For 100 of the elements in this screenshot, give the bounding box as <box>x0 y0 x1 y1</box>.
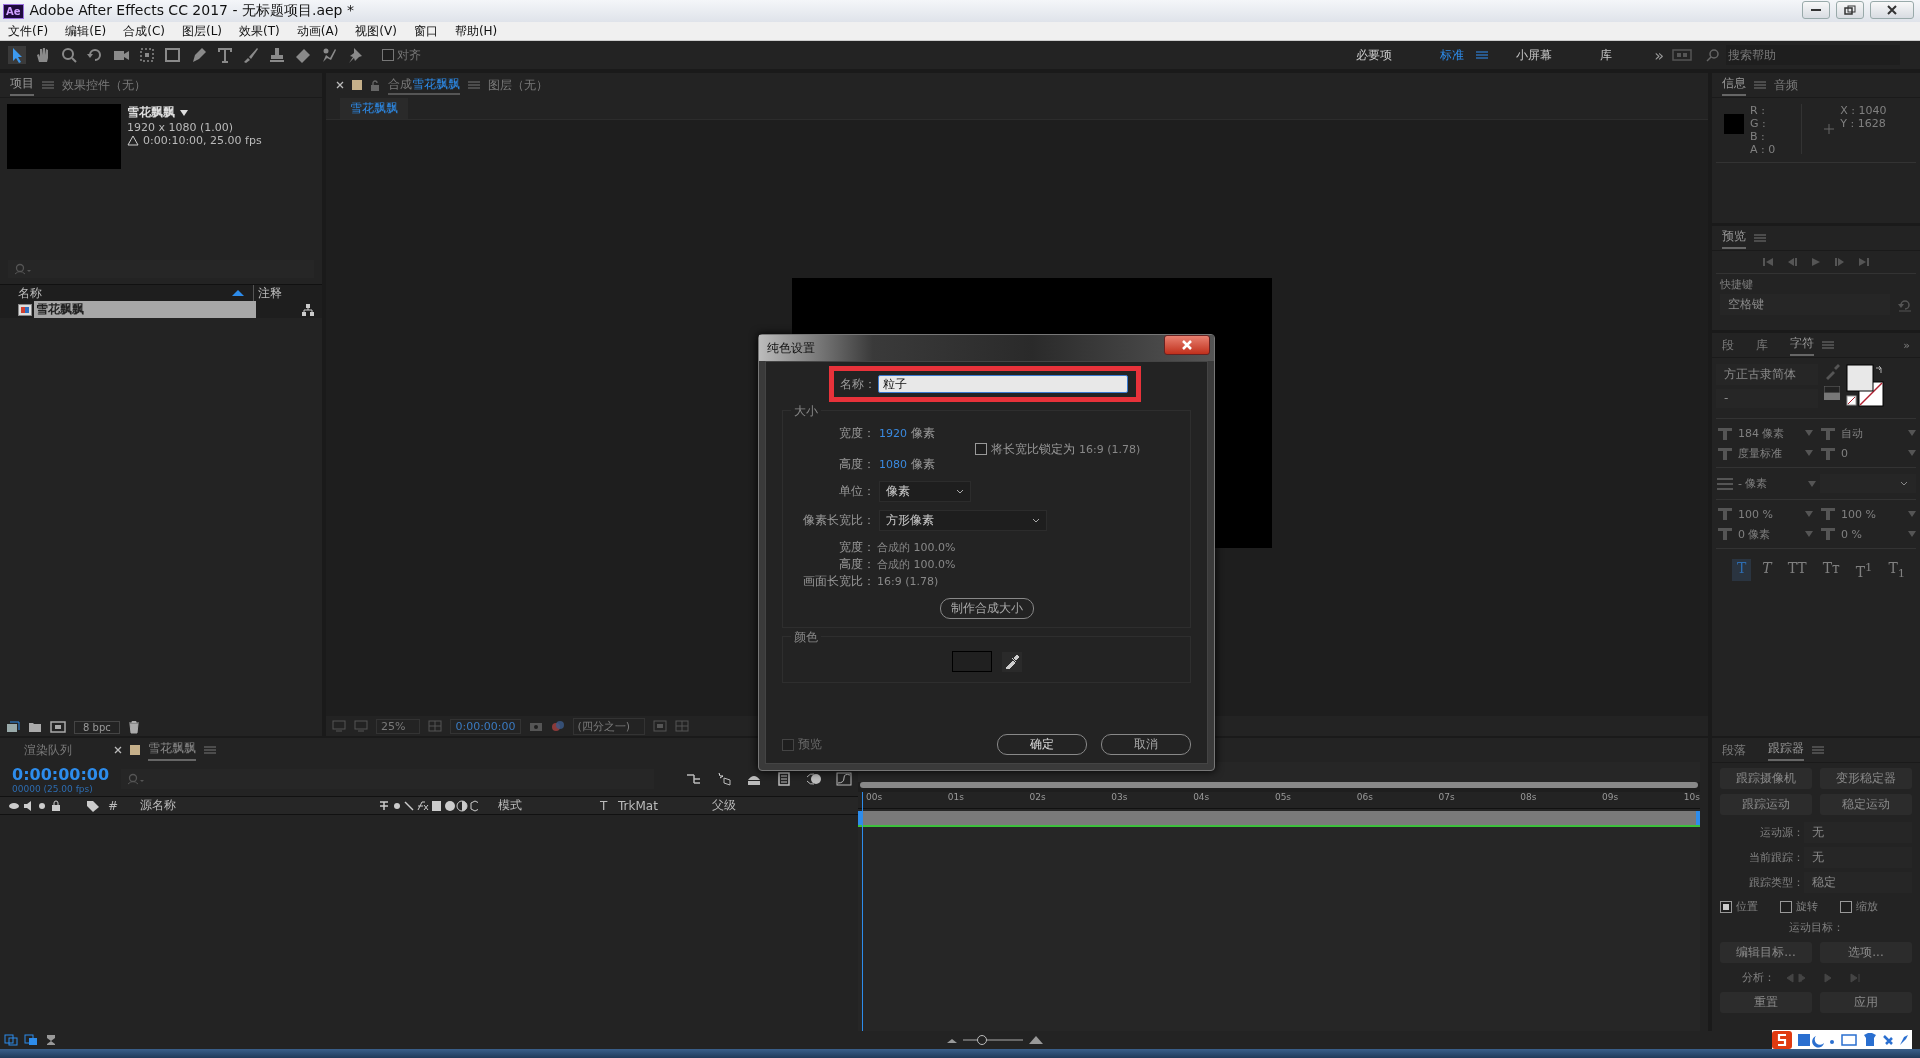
expand-icon[interactable] <box>24 1034 38 1046</box>
zoom-in-icon[interactable] <box>1029 1035 1043 1045</box>
default-colors-icon[interactable] <box>1824 386 1840 400</box>
current-time[interactable]: 0:00:00:00 <box>12 764 110 784</box>
last-frame-icon[interactable] <box>1858 257 1870 267</box>
stamp-icon[interactable] <box>268 46 286 64</box>
column-header[interactable]: 模式 <box>498 797 592 814</box>
character-field[interactable]: 100 % <box>1841 507 1904 521</box>
more-workspaces-button[interactable]: » <box>1654 45 1664 65</box>
tracker-button[interactable]: 选项... <box>1820 942 1912 963</box>
menu-icon[interactable] <box>1476 50 1489 60</box>
preview-checkbox[interactable] <box>782 738 794 751</box>
timeline-tab[interactable]: 渲染队列 <box>24 741 72 759</box>
region-icon[interactable] <box>653 720 668 732</box>
camera-icon[interactable] <box>528 720 543 732</box>
rectangle-icon[interactable] <box>164 46 182 64</box>
eyedropper-icon[interactable] <box>1824 364 1840 380</box>
render-time-icon[interactable] <box>44 1034 58 1046</box>
trash-icon[interactable] <box>127 720 140 734</box>
column-header[interactable]: T <box>600 798 610 813</box>
column-header[interactable]: # <box>108 798 132 813</box>
reset-icon[interactable] <box>1898 297 1912 312</box>
lock-icon[interactable] <box>370 79 380 91</box>
next-frame-icon[interactable] <box>1834 257 1846 267</box>
character-field[interactable]: 100 % <box>1738 507 1801 521</box>
lock-ratio-checkbox[interactable] <box>975 443 987 455</box>
snap-checkbox[interactable] <box>382 49 394 61</box>
panel-tab[interactable]: 字符 <box>1790 334 1814 356</box>
first-frame-icon[interactable] <box>1762 257 1774 267</box>
tracker-button[interactable]: 稳定运动 <box>1820 794 1912 815</box>
character-field[interactable]: 0 像素 <box>1738 526 1801 542</box>
workspace-tab[interactable]: 库 <box>1600 46 1613 64</box>
project-item[interactable]: 雪花飘飘 <box>34 301 256 318</box>
ok-button[interactable]: 确定 <box>997 734 1087 755</box>
text-tool-icon[interactable] <box>216 46 234 64</box>
width-value[interactable]: 1920 <box>879 427 907 440</box>
tracker-checkbox[interactable] <box>1720 900 1732 913</box>
dropdown-arrow-icon[interactable] <box>179 108 189 117</box>
bit-depth-button[interactable]: 8 bpc <box>74 720 120 734</box>
panel-tab[interactable]: 音频 <box>1774 76 1798 94</box>
timeline-tab[interactable]: 雪花飘飘 <box>148 739 196 761</box>
menu-item[interactable]: 图层(L) <box>181 22 223 40</box>
dotted-square-icon[interactable] <box>138 46 156 64</box>
tracker-button[interactable]: 重置 <box>1720 992 1812 1013</box>
menu-item[interactable]: 动画(A) <box>296 22 339 40</box>
close-button[interactable] <box>1870 0 1914 19</box>
motion-blur-icon[interactable] <box>806 772 822 786</box>
tracker-checkbox[interactable] <box>1840 900 1852 913</box>
pen-icon[interactable] <box>190 46 208 64</box>
character-field[interactable]: 184 像素 <box>1738 425 1801 441</box>
panel-tab[interactable]: 库 <box>1756 336 1768 354</box>
more-panels-button[interactable]: » <box>1903 338 1910 352</box>
flowchart-icon[interactable] <box>302 303 314 316</box>
tracker-button[interactable]: 编辑目标... <box>1720 942 1812 963</box>
panel-tab[interactable]: 项目 <box>10 74 34 96</box>
play-icon[interactable] <box>1810 257 1822 267</box>
menu-item[interactable]: 效果(T) <box>239 22 280 40</box>
character-field[interactable]: 度量标准 <box>1738 445 1801 461</box>
column-header[interactable]: 父级 <box>712 797 736 814</box>
zoom-out-icon[interactable] <box>947 1036 957 1044</box>
text-style-button[interactable]: Tт <box>1817 559 1845 581</box>
pixel-aspect-dropdown[interactable]: 方形像素 <box>879 510 1047 531</box>
panel-layout-icon[interactable] <box>1672 48 1692 62</box>
workspace-tab[interactable]: 小屏幕 <box>1516 46 1553 64</box>
column-header[interactable]: 名称 <box>18 284 231 302</box>
stroke-width-field[interactable]: - 像素 <box>1738 476 1805 491</box>
help-search-field[interactable]: 搜索帮助 <box>1726 45 1900 65</box>
close-icon[interactable] <box>114 746 122 754</box>
draft-3d-icon[interactable] <box>716 772 732 786</box>
expand-icon[interactable] <box>4 1034 18 1046</box>
character-field[interactable]: 0 <box>1841 446 1904 460</box>
menu-item[interactable]: 帮助(H) <box>454 22 498 40</box>
tracker-button[interactable]: 跟踪运动 <box>1720 794 1812 815</box>
roto-brush-icon[interactable] <box>320 46 338 64</box>
height-value[interactable]: 1080 <box>879 458 907 471</box>
text-style-button[interactable]: T$^{1}$ <box>1850 559 1878 581</box>
minimize-button[interactable] <box>1802 0 1830 19</box>
color-swatch[interactable] <box>951 651 992 672</box>
name-field[interactable]: 粒子 <box>877 375 1128 393</box>
close-button[interactable] <box>1164 335 1210 355</box>
panel-tab[interactable]: 跟踪器 <box>1768 739 1804 761</box>
close-icon[interactable] <box>336 81 344 89</box>
text-style-button[interactable]: T <box>1757 559 1777 581</box>
menu-item[interactable]: 合成(C) <box>123 22 165 40</box>
workspace-tab[interactable]: 必要项 <box>1356 46 1393 64</box>
character-field[interactable]: 自动 <box>1841 425 1904 441</box>
cancel-button[interactable]: 取消 <box>1101 734 1191 755</box>
column-header[interactable]: TrkMat <box>618 798 704 813</box>
menu-item[interactable]: 视图(V) <box>355 22 397 40</box>
column-header[interactable]: 源名称 <box>140 797 370 814</box>
color-wheel-icon[interactable] <box>550 720 565 732</box>
restore-button[interactable] <box>1836 0 1864 19</box>
menu-item[interactable]: 窗口 <box>413 22 438 40</box>
text-style-button[interactable]: T <box>1732 559 1752 581</box>
viewer-tab[interactable]: 图层（无） <box>488 76 548 94</box>
new-composition-icon[interactable] <box>50 721 66 733</box>
interpret-footage-icon[interactable] <box>6 721 20 733</box>
workspace-tab[interactable]: 标准 <box>1440 46 1465 64</box>
composition-breadcrumb[interactable]: 雪花飘飘 <box>340 97 408 119</box>
frame-blending-icon[interactable] <box>776 772 792 786</box>
